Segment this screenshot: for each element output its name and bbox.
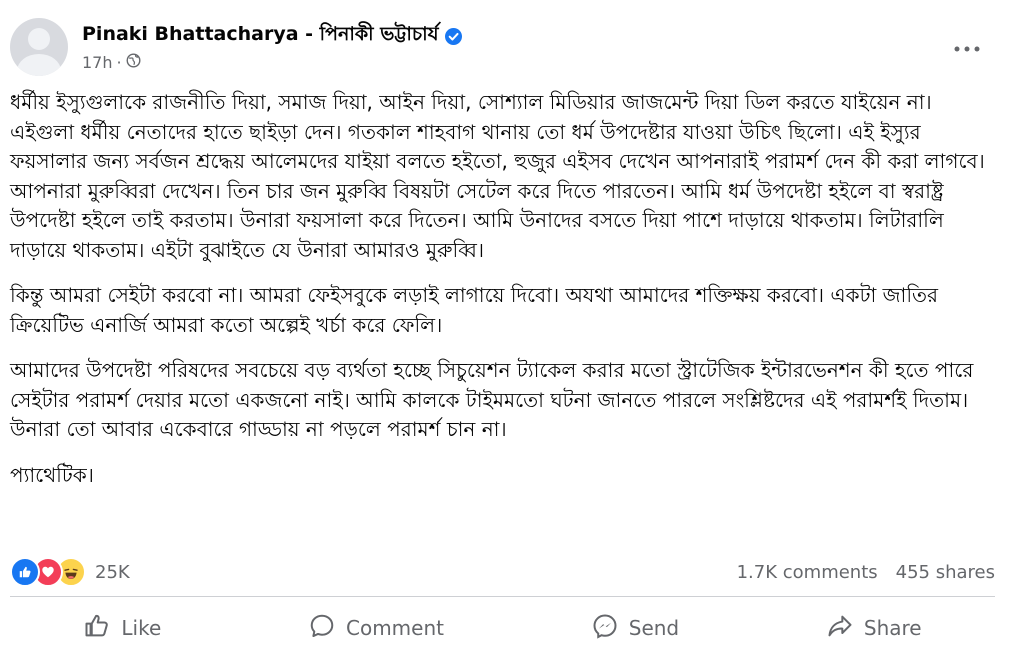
messenger-send-icon (591, 612, 629, 645)
reactions-count: 25K (95, 561, 130, 583)
engagement-stats: 25K 1.7K comments 455 shares (10, 555, 995, 589)
post-action-bar: Like Comment Send Share (10, 604, 995, 652)
like-reaction-icon (10, 557, 40, 587)
post-meta: 17h · (82, 53, 141, 72)
comment-bubble-icon (308, 612, 346, 645)
author-name[interactable]: Pinaki Bhattacharya - পিনাকী ভট্টাচার্য (82, 20, 439, 52)
meta-separator: · (116, 53, 122, 72)
comment-label: Comment (346, 616, 444, 640)
post-paragraph-1: ধর্মীয় ইস্যুগুলাকে রাজনীতি দিয়া, সমাজ … (10, 90, 985, 262)
author-line: Pinaki Bhattacharya - পিনাকী ভট্টাচার্য (82, 20, 462, 52)
post-paragraph-4: প্যাথেটিক। (10, 462, 94, 487)
comment-button[interactable]: Comment (294, 606, 458, 651)
post-body: ধর্মীয় ইস্যুগুলাকে রাজনীতি দিয়া, সমাজ … (10, 88, 995, 506)
share-arrow-icon (826, 612, 864, 645)
action-divider (10, 596, 995, 597)
send-button[interactable]: Send (577, 606, 693, 651)
globe-icon (126, 53, 141, 72)
engagement-counts: 1.7K comments 455 shares (719, 562, 995, 583)
more-options-button[interactable] (950, 32, 984, 60)
like-label: Like (121, 616, 162, 640)
thumbs-up-icon (83, 612, 121, 645)
avatar[interactable] (10, 18, 68, 76)
more-options-icon (954, 37, 980, 56)
like-button[interactable]: Like (69, 606, 175, 651)
post-header: Pinaki Bhattacharya - পিনাকী ভট্টাচার্য … (0, 0, 1009, 80)
post-paragraph-2: কিন্তু আমরা সেইটা করবো না। আমরা ফেইসবুকে… (10, 283, 939, 337)
send-label: Send (628, 616, 680, 640)
comments-count-link[interactable]: 1.7K comments (737, 562, 878, 583)
avatar-body-shape (17, 54, 61, 76)
reactions-summary[interactable]: 25K (10, 557, 130, 587)
verified-badge-icon (444, 27, 462, 45)
shares-count-link[interactable]: 455 shares (896, 562, 995, 583)
post-timestamp[interactable]: 17h (82, 53, 113, 72)
share-label: Share (863, 616, 922, 640)
post-paragraph-3: আমাদের উপদেষ্টা পরিষদের সবচেয়ে বড় ব্যর… (10, 358, 974, 441)
share-button[interactable]: Share (812, 606, 936, 651)
avatar-head-shape (28, 28, 50, 50)
